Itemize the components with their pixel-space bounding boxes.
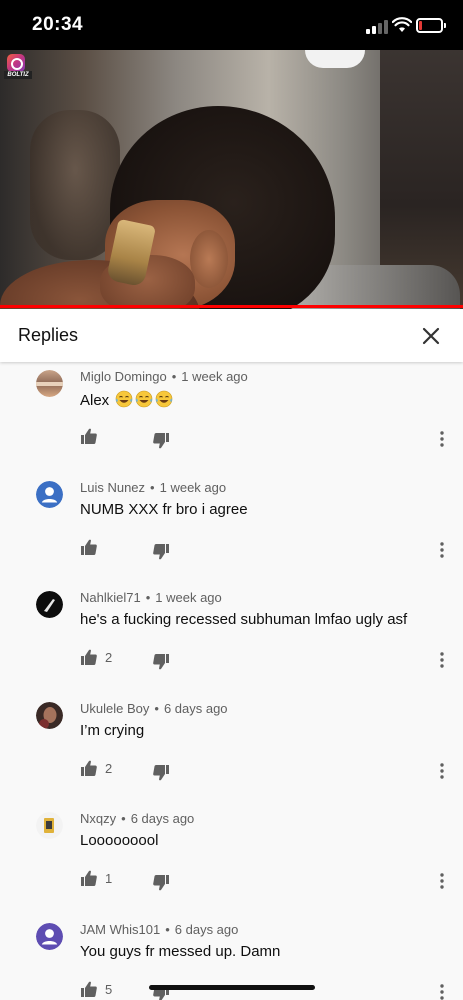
reply-time: 6 days ago — [163, 700, 228, 716]
replies-list[interactable]: Miglo Domingo • 1 week ago Alex Luis Nunez… — [0, 362, 463, 1000]
reply-time: 1 week ago — [155, 590, 222, 605]
thumbs-up-icon[interactable] — [80, 648, 98, 666]
status-bar: 20:34 — [0, 0, 463, 50]
like-count: 5 — [105, 981, 113, 997]
reply-item: Luis Nunez • 1 week ago NUMB XXX fr bro i … — [0, 477, 463, 587]
channel-logo-text: BOLTIZ — [4, 71, 32, 79]
meta-separator: • — [171, 369, 177, 384]
reply-text: Looooooool — [80, 832, 158, 849]
video-player[interactable] — [0, 50, 463, 309]
more-vert-icon[interactable] — [436, 983, 448, 1000]
reply-meta: Ukulele Boy • 6 days ago — [80, 701, 228, 716]
thumbs-down-icon[interactable] — [152, 432, 170, 450]
avatar[interactable] — [36, 370, 63, 397]
like-count: 2 — [105, 650, 113, 665]
meta-separator: • — [150, 479, 155, 495]
avatar[interactable] — [36, 591, 63, 618]
like-count: 1 — [105, 871, 113, 886]
face-with-tears-of-joy-icon — [116, 390, 133, 408]
reply-author[interactable]: Nahlkiel71 — [80, 590, 141, 605]
reply-text-content: Looooooool — [80, 832, 159, 849]
reply-time: 6 days ago — [174, 921, 239, 937]
thumbs-down-icon[interactable] — [152, 653, 170, 671]
battery-icon — [416, 18, 446, 33]
thumbs-up-icon[interactable] — [80, 538, 98, 556]
home-indicator[interactable] — [149, 985, 315, 990]
reply-text: Alex — [80, 390, 173, 409]
reply-author[interactable]: JAM Whis101 — [80, 922, 160, 937]
status-time: 20:34 — [32, 14, 84, 35]
thumbs-up-icon[interactable] — [80, 759, 98, 777]
reply-item: Miglo Domingo • 1 week ago Alex — [0, 366, 463, 476]
thumbs-up-icon[interactable] — [80, 427, 98, 445]
meta-separator: • — [165, 921, 170, 937]
reply-author[interactable]: Miglo Domingo — [80, 369, 167, 384]
avatar[interactable] — [36, 701, 63, 729]
reply-item: Nxqzy • 6 days ago Looooooool 1 — [0, 808, 463, 918]
reply-time: 6 days ago — [130, 811, 195, 826]
close-icon[interactable] — [416, 321, 446, 351]
reply-author[interactable]: Nxqzy — [80, 811, 116, 826]
reply-item: Ukulele Boy • 6 days ago I’m crying 2 — [0, 698, 463, 808]
thumbs-up-icon[interactable] — [80, 980, 98, 998]
battery-level — [419, 21, 422, 30]
reply-text-content: he's a fucking recessed subhuman lmfao u… — [80, 611, 408, 628]
reply-text: he's a fucking recessed subhuman lmfao u… — [80, 611, 407, 628]
more-vert-icon[interactable] — [436, 430, 448, 448]
reply-text: You guys fr messed up. Damn — [80, 943, 280, 960]
meta-separator: • — [145, 590, 151, 605]
reply-meta: Luis Nunez • 1 week ago — [80, 480, 226, 495]
meta-separator: • — [121, 811, 126, 826]
reply-text: NUMB XXX fr bro i agree — [80, 501, 248, 518]
thumbs-up-icon[interactable] — [80, 869, 98, 887]
avatar[interactable] — [36, 922, 63, 950]
more-vert-icon[interactable] — [436, 651, 448, 669]
reply-item: Nahlkiel71 • 1 week ago he's a fucking rec… — [0, 587, 463, 697]
reply-time: 1 week ago — [181, 369, 248, 384]
reply-time: 1 week ago — [159, 479, 227, 495]
more-vert-icon[interactable] — [436, 541, 448, 559]
reply-text-content: Alex — [80, 392, 110, 409]
avatar[interactable] — [36, 812, 63, 839]
replies-header: Replies — [0, 309, 463, 362]
reply-meta: Nxqzy • 6 days ago — [80, 811, 194, 826]
reply-text-content: I’m crying — [80, 721, 145, 739]
avatar[interactable] — [36, 480, 63, 508]
wifi-icon — [392, 17, 412, 32]
thumbs-down-icon[interactable] — [152, 874, 170, 892]
reply-meta: Nahlkiel71 • 1 week ago — [80, 590, 222, 605]
thumbs-down-icon[interactable] — [152, 764, 170, 782]
face-with-tears-of-joy-icon — [156, 390, 173, 408]
video-progress-fill — [0, 305, 463, 308]
instagram-icon — [7, 54, 25, 72]
more-vert-icon[interactable] — [436, 872, 448, 890]
channel-logo: BOLTIZ — [4, 54, 32, 80]
thumbs-down-icon[interactable] — [152, 543, 170, 561]
meta-separator: • — [154, 700, 159, 716]
reply-meta: Miglo Domingo • 1 week ago — [80, 369, 248, 384]
cellular-signal-icon — [366, 20, 388, 34]
video-progress-bar[interactable] — [0, 305, 463, 308]
like-count: 2 — [105, 760, 113, 776]
reply-text: I’m crying — [80, 722, 144, 739]
face-with-tears-of-joy-icon — [136, 390, 153, 408]
video-ear — [190, 230, 228, 288]
more-vert-icon[interactable] — [436, 762, 448, 780]
video-background-light — [305, 50, 365, 68]
reply-text-content: NUMB XXX fr bro i agree — [80, 500, 248, 518]
reply-text-content: You guys fr messed up. Damn — [80, 942, 281, 960]
replies-title: Replies — [18, 325, 79, 345]
reply-author[interactable]: Luis Nunez — [80, 480, 145, 495]
reply-meta: JAM Whis101 • 6 days ago — [80, 922, 238, 937]
reply-author[interactable]: Ukulele Boy — [80, 701, 149, 716]
